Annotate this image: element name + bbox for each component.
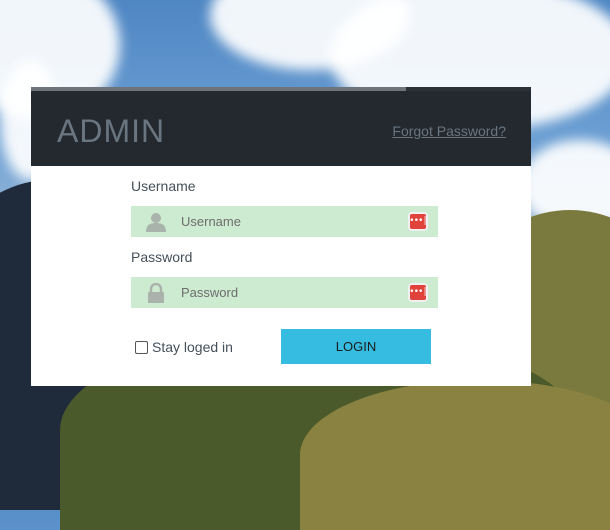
login-button[interactable]: LOGIN (281, 329, 431, 364)
loading-progress-fill (31, 87, 406, 91)
username-input[interactable] (181, 206, 401, 237)
checkbox-box[interactable] (135, 340, 148, 354)
password-label: Password (131, 249, 193, 265)
lock-icon (145, 282, 167, 303)
stay-logged-in-checkbox[interactable]: Stay loged in (135, 339, 233, 355)
password-input[interactable] (181, 277, 401, 308)
forgot-password-link[interactable]: Forgot Password? (392, 123, 506, 139)
password-field[interactable]: •••| (131, 277, 438, 308)
loading-progress-bar (31, 87, 531, 91)
password-manager-icon[interactable]: •••| (408, 212, 428, 231)
username-field[interactable]: •••| (131, 206, 438, 237)
password-manager-icon[interactable]: •••| (408, 283, 428, 302)
login-header: ADMIN Forgot Password? (31, 87, 531, 166)
stay-logged-in-label: Stay loged in (152, 339, 233, 355)
login-card: ADMIN Forgot Password? Username •••| Pas… (31, 87, 531, 386)
brand-title: ADMIN (57, 113, 166, 149)
username-label: Username (131, 178, 196, 194)
user-icon (145, 212, 167, 232)
